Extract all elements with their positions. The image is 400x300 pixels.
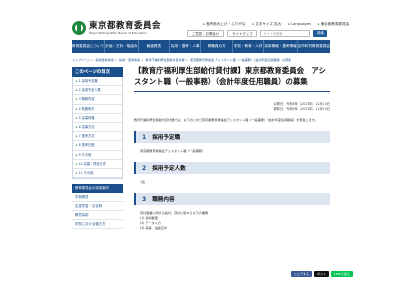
section-body: 1名 — [140, 180, 146, 184]
site-header: 東京都教育委員会 Tokyo Metropolitan Board of Edu… — [0, 0, 400, 38]
toc-item[interactable]: 9 その他 — [73, 151, 122, 160]
toc-item[interactable]: 5 応募資格 — [73, 114, 122, 123]
breadcrumb-separator: > — [185, 58, 188, 62]
breadcrumb-current: 東京都教育委員会 アシスタント職（一般事務）（会計年度任用職員）の募集 — [189, 58, 292, 62]
toc-title: このページの目次 — [72, 67, 123, 77]
gnav-item[interactable]: 採用情報・選考情報 — [264, 40, 298, 53]
section-title: 職務内容 — [152, 197, 175, 203]
page-title: 【教育庁福利厚生部給付貸付課】東京都教育委員会 アシスタント職（一般事務）（会計… — [134, 66, 326, 86]
section-number: 1 — [142, 133, 147, 141]
breadcrumb-item[interactable]: 教育庁福利厚生部給付貸付課 — [145, 58, 184, 62]
logo-title: 東京都教育委員会 — [89, 20, 162, 31]
related-link[interactable]: 学校における働き方 — [72, 220, 123, 230]
sitemap-button[interactable]: サイトマップ — [227, 30, 258, 37]
toc-item[interactable]: 4 勤務条件 — [73, 105, 122, 114]
inquiry-button[interactable]: ご意見・お問合せ — [187, 30, 225, 37]
toc-item[interactable]: 11 その他 — [73, 169, 122, 179]
top-link[interactable]: 文字サイズ 拡大 — [252, 22, 281, 27]
page-meta: 公開日：令和5年（2023年）12月14日 更新日：令和5年（2023年）12月… — [134, 102, 330, 111]
related-link[interactable]: 教員採用 — [72, 211, 123, 221]
section-heading: 3 職務内容 — [134, 193, 330, 205]
sidebar: このページの目次 1 採用予定職 2 採用予定人数 3 職務内容 4 勤務条件 … — [72, 67, 123, 230]
related-link[interactable]: 生涯学習・文化財 — [72, 202, 123, 212]
line-share-button[interactable]: LINEで送る — [331, 271, 353, 277]
global-nav: 教育委員会について 計画・方針・取組み 報道発表 採用・選考・人事 教職員の方 … — [72, 40, 330, 53]
gnav-item[interactable]: 計画・方針・取組み — [105, 40, 139, 53]
updated-date: 更新日：令和5年（2023年）12月14日 — [273, 106, 330, 111]
related-section-title: 教育委員会の採用案内 — [72, 184, 123, 194]
x-post-button[interactable]: ポスト — [314, 271, 330, 277]
page-title-wrap: 【教育庁福利厚生部給付貸付課】東京都教育委員会 アシスタント職（一般事務）（会計… — [134, 66, 330, 92]
breadcrumb-separator: > — [140, 58, 144, 62]
section-title: 採用予定人数 — [152, 166, 186, 172]
related-section: 教育委員会の採用案内 学校教員 生涯学習・文化財 教員採用 学校における働き方 — [72, 184, 123, 230]
main-content: 【教育庁福利厚生部給付貸付課】東京都教育委員会 アシスタント職（一般事務）（会計… — [134, 66, 330, 231]
top-link[interactable]: Languages — [288, 22, 311, 27]
top-link[interactable]: 音声読み上げ・ふりがな — [203, 22, 246, 27]
section-heading: 2 採用予定人数 — [134, 162, 330, 174]
toc-item[interactable]: 7 選考方法 — [73, 132, 122, 142]
logo-subtitle: Tokyo Metropolitan Board of Education — [89, 30, 147, 35]
toc-item[interactable]: 8 選考日程 — [73, 141, 122, 151]
gnav-item[interactable]: 報道発表 — [139, 40, 171, 53]
facebook-share-button[interactable]: シェアする — [291, 271, 313, 277]
breadcrumb-separator: > — [90, 58, 94, 62]
breadcrumb-item[interactable]: 採用選考情報 — [95, 58, 113, 62]
top-links: 音声読み上げ・ふりがな 文字サイズ 拡大 Languages 東京都教育委員会 — [203, 22, 350, 27]
toc-item[interactable]: 2 採用予定人数 — [73, 86, 122, 96]
section-body: 貸付事業に関する給付、貸付に関する以下の業務 (1) 資料整理 (2) データ入… — [134, 205, 330, 231]
breadcrumb-separator: > — [114, 58, 117, 62]
breadcrumb-item[interactable]: トップページ — [72, 58, 90, 62]
tokyo-emblem-icon — [72, 21, 86, 35]
section-title: 採用予定職 — [152, 135, 181, 141]
section-number: 2 — [142, 164, 147, 172]
top-link[interactable]: 東京都教育委員会 — [318, 22, 350, 27]
section-number: 3 — [142, 195, 147, 203]
section-heading: 1 採用予定職 — [134, 131, 330, 143]
intro-text: 教育庁福利厚生部給付貸付課では、以下のとおり東京都教育委員会アシスタント職（一般… — [134, 118, 318, 122]
toc-item[interactable]: 10 応募・問合せ先 — [73, 160, 122, 169]
toc-item[interactable]: 3 職務内容 — [73, 95, 122, 105]
section-body: 東京都教育委員会アシスタント職（一般事務） — [140, 149, 205, 153]
related-link[interactable]: 学校教員 — [72, 193, 123, 203]
toc-item[interactable]: 6 応募方法 — [73, 123, 122, 133]
social-buttons: シェアする ポスト LINEで送る — [291, 271, 353, 277]
utility-row: ご意見・お問合せ サイトマップ サイト内検索 検索 — [187, 30, 328, 37]
gnav-item[interactable]: 教育委員会について — [72, 40, 106, 53]
toc-item[interactable]: 1 採用予定職 — [73, 77, 122, 87]
list-item: (3) 来客、電話応対 — [140, 226, 168, 230]
search-input[interactable]: サイト内検索 — [260, 30, 311, 37]
gnav-item[interactable]: 教職員の方 — [201, 40, 233, 53]
breadcrumb-item[interactable]: 採用・選考情報 — [119, 58, 140, 62]
gnav-item[interactable]: 学校・教育・人材 — [233, 40, 265, 53]
breadcrumb: トップページ> 採用選考情報> 採用・選考情報> 教育庁福利厚生部給付貸付課> … — [72, 58, 330, 62]
gnav-item[interactable]: 採用・選考・人事 — [170, 40, 202, 53]
gnav-item[interactable]: 区市町村教育委員会 — [298, 40, 330, 53]
toc-list: 1 採用予定職 2 採用予定人数 3 職務内容 4 勤務条件 5 応募資格 6 … — [72, 77, 123, 180]
search-button[interactable]: 検索 — [313, 30, 328, 37]
site-logo[interactable]: 東京都教育委員会 Tokyo Metropolitan Board of Edu… — [72, 21, 161, 35]
